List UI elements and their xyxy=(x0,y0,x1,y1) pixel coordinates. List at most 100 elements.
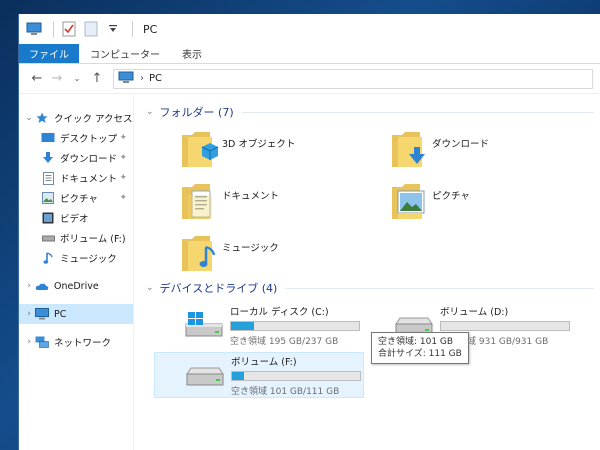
drive-c[interactable]: ローカル ディスク (C:) 空き領域 195 GB/237 GB xyxy=(154,302,364,348)
collapse-chevron-icon[interactable]: ⌄ xyxy=(146,107,154,117)
new-folder-icon[interactable] xyxy=(82,20,100,38)
folder-downloads[interactable]: ダウンロード xyxy=(390,128,600,172)
tooltip-free-space: 空き領域: 101 GB xyxy=(378,337,454,347)
tooltip-total-size: 合計サイズ: 111 GB xyxy=(378,349,462,359)
up-arrow-icon[interactable]: ↑ xyxy=(87,69,107,89)
video-icon xyxy=(41,211,55,225)
drive-free-space: 空き領域 101 GB/111 GB xyxy=(231,386,340,397)
breadcrumb-pc[interactable]: PC xyxy=(149,73,162,84)
tab-file[interactable]: ファイル xyxy=(19,44,79,63)
file-explorer-window: PC ファイル コンピューター 表示 ← → ⌄ ↑ › PC ⌄ クイック ア… xyxy=(18,14,600,450)
folder-icon xyxy=(390,181,428,223)
nav-item-music[interactable]: ミュージック xyxy=(19,248,133,268)
content-area: ⌄ クイック アクセス デスクトップ ✦ ダウンロード ✦ ドキュメント ✦ ピ… xyxy=(19,94,600,450)
nav-label: ミュージック xyxy=(60,254,117,265)
breadcrumb-chevron-icon[interactable]: › xyxy=(140,73,144,84)
computer-icon xyxy=(35,307,49,321)
nav-item-desktop[interactable]: デスクトップ ✦ xyxy=(19,128,133,148)
folder-label: ピクチャ xyxy=(432,191,470,202)
nav-label: ピクチャ xyxy=(60,194,98,205)
pin-icon[interactable]: ✦ xyxy=(119,193,127,203)
desktop-icon xyxy=(41,131,55,145)
drive-f[interactable]: ボリューム (F:) 空き領域 101 GB/111 GB xyxy=(154,352,364,398)
drive-info: ローカル ディスク (C:) 空き領域 195 GB/237 GB xyxy=(230,304,360,347)
address-bar[interactable]: › PC xyxy=(113,68,593,89)
folder-label: ダウンロード xyxy=(432,139,490,150)
divider xyxy=(285,287,594,289)
drive-tooltip: 空き領域: 101 GB 合計サイズ: 111 GB xyxy=(371,332,469,364)
forward-arrow-icon[interactable]: → xyxy=(47,69,67,89)
pin-icon[interactable]: ✦ xyxy=(119,173,127,183)
music-icon xyxy=(41,251,55,265)
drive-info: ボリューム (F:) 空き領域 101 GB/111 GB xyxy=(231,354,361,397)
download-icon xyxy=(41,151,55,165)
nav-label: ネットワーク xyxy=(54,338,112,349)
expand-chevron-icon[interactable]: › xyxy=(23,337,35,347)
usage-bar xyxy=(231,370,361,381)
expand-chevron-icon[interactable]: › xyxy=(23,281,35,291)
expand-chevron-icon[interactable]: ⌄ xyxy=(23,113,35,123)
system-drive-icon xyxy=(184,310,224,340)
tab-computer[interactable]: コンピューター xyxy=(79,44,171,63)
pin-icon[interactable]: ✦ xyxy=(119,133,127,143)
network-icon xyxy=(35,335,49,349)
nav-label: OneDrive xyxy=(54,280,99,292)
usage-bar xyxy=(440,320,570,331)
collapse-chevron-icon[interactable]: ⌄ xyxy=(146,283,154,293)
divider xyxy=(241,111,594,113)
usage-bar xyxy=(230,320,360,331)
folder-label: ミュージック xyxy=(222,243,279,254)
cloud-icon xyxy=(35,279,49,293)
nav-item-downloads[interactable]: ダウンロード ✦ xyxy=(19,148,133,168)
quick-access-toolbar xyxy=(25,14,126,44)
nav-item-pictures[interactable]: ピクチャ ✦ xyxy=(19,188,133,208)
nav-network[interactable]: › ネットワーク xyxy=(19,332,133,352)
document-icon xyxy=(41,171,55,185)
properties-icon[interactable] xyxy=(60,20,78,38)
folder-3d-objects[interactable]: 3D オブジェクト xyxy=(180,128,390,172)
nav-item-volume-f[interactable]: ボリューム (F:) xyxy=(19,228,133,248)
pictures-icon xyxy=(41,191,55,205)
nav-pc[interactable]: › PC xyxy=(19,304,133,324)
folders-section-header[interactable]: ⌄ フォルダー (7) xyxy=(146,102,600,122)
drives-header-label: デバイスとドライブ (4) xyxy=(159,282,278,295)
tab-view[interactable]: 表示 xyxy=(171,44,213,63)
folder-pictures[interactable]: ピクチャ xyxy=(390,180,600,224)
nav-item-documents[interactable]: ドキュメント ✦ xyxy=(19,168,133,188)
drives-section-header[interactable]: ⌄ デバイスとドライブ (4) xyxy=(146,278,600,298)
expand-chevron-icon[interactable]: › xyxy=(23,309,35,319)
usage-bar-fill xyxy=(231,321,255,330)
nav-label: デスクトップ xyxy=(60,134,118,145)
navigation-pane: ⌄ クイック アクセス デスクトップ ✦ ダウンロード ✦ ドキュメント ✦ ピ… xyxy=(19,94,134,450)
separator xyxy=(53,21,54,37)
drive-name: ローカル ディスク (C:) xyxy=(230,306,329,318)
drive-name: ボリューム (F:) xyxy=(231,356,297,368)
drive-name: ボリューム (D:) xyxy=(440,306,509,318)
recent-dropdown-icon[interactable]: ⌄ xyxy=(67,69,87,89)
pin-icon[interactable]: ✦ xyxy=(119,153,127,163)
nav-label: ダウンロード xyxy=(60,154,118,165)
ribbon-tabs: ファイル コンピューター 表示 xyxy=(19,44,600,64)
nav-item-videos[interactable]: ビデオ xyxy=(19,208,133,228)
folder-documents[interactable]: ドキュメント xyxy=(180,180,390,224)
folder-music[interactable]: ミュージック xyxy=(180,232,390,276)
nav-label: ビデオ xyxy=(60,214,89,225)
usage-bar-fill xyxy=(232,371,244,380)
nav-quick-access[interactable]: ⌄ クイック アクセス xyxy=(19,108,133,128)
folder-icon xyxy=(390,129,428,171)
nav-onedrive[interactable]: › OneDrive xyxy=(19,276,133,296)
back-arrow-icon[interactable]: ← xyxy=(27,69,47,89)
drive-free-space: 空き領域 195 GB/237 GB xyxy=(230,336,339,347)
nav-label: ボリューム (F:) xyxy=(60,234,126,245)
title-bar: PC xyxy=(19,14,600,44)
nav-label: PC xyxy=(54,308,67,320)
customize-qat-icon[interactable] xyxy=(104,20,122,38)
star-icon xyxy=(35,111,49,125)
folder-icon xyxy=(180,233,218,275)
main-pane: ⌄ フォルダー (7) 3D オブジェクト ダウンロード ドキュメント ピクチャ… xyxy=(134,94,600,450)
computer-icon xyxy=(118,71,134,87)
folders-grid: 3D オブジェクト ダウンロード ドキュメント ピクチャ ミュージック xyxy=(180,128,600,276)
computer-icon xyxy=(25,20,43,38)
